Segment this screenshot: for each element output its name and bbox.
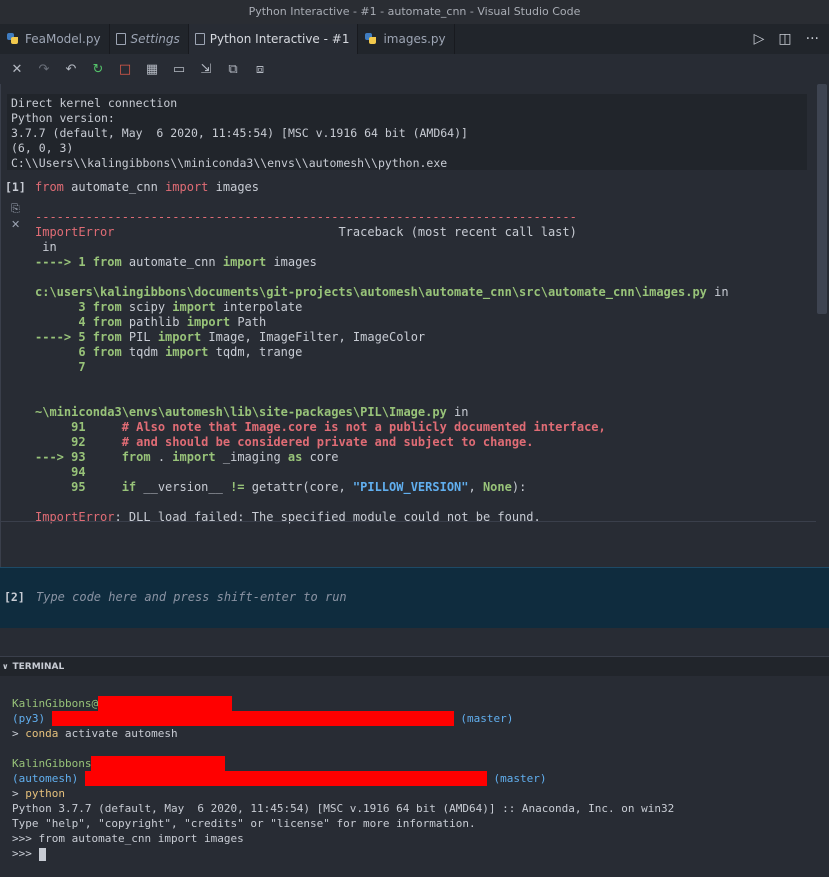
python-icon xyxy=(364,32,378,46)
terminal-line: > python xyxy=(12,787,65,800)
terminal-line: Type "help", "copyright", "credits" or "… xyxy=(12,817,476,830)
goto-code-icon[interactable]: ⎘ xyxy=(11,202,20,216)
redaction xyxy=(84,771,487,786)
clear-all-icon[interactable]: ✕ xyxy=(8,60,26,78)
more-actions-icon[interactable]: ··· xyxy=(806,31,819,47)
chevron-down-icon: ∨ xyxy=(2,662,9,671)
scrollbar[interactable] xyxy=(817,84,827,314)
redaction xyxy=(98,696,233,711)
terminal-line: >>> from automate_cnn import images xyxy=(12,832,244,845)
kernel-info: Direct kernel connection Python version:… xyxy=(7,94,807,170)
restart-kernel-icon[interactable]: ↻ xyxy=(89,60,107,78)
tab-images-py[interactable]: images.py xyxy=(358,24,455,54)
tab-feamodel[interactable]: FeaModel.py xyxy=(0,24,110,54)
editor-actions: ▷ ◫ ··· xyxy=(754,24,829,54)
terminal-prompt[interactable]: >>> xyxy=(12,846,46,861)
terminal-line: (py3) (master) xyxy=(12,711,514,726)
panel-gap xyxy=(0,628,829,656)
redaction xyxy=(91,756,226,771)
interrupt-kernel-icon[interactable]: □ xyxy=(116,60,134,78)
cell-output: ----------------------------------------… xyxy=(35,210,729,524)
document-icon xyxy=(194,33,205,45)
terminal-header[interactable]: ∨ TERMINAL xyxy=(0,656,829,676)
cell-divider xyxy=(1,521,816,522)
window-title: Python Interactive - #1 - automate_cnn -… xyxy=(0,0,829,24)
variables-icon[interactable]: ▦ xyxy=(143,60,161,78)
tab-label: Settings xyxy=(130,32,180,46)
interactive-window: Direct kernel connection Python version:… xyxy=(0,84,829,628)
redo-icon[interactable]: ↷ xyxy=(35,60,53,78)
cell-actions: ⎘ ✕ xyxy=(11,202,20,231)
input-cell[interactable]: [2] Type code here and press shift-enter… xyxy=(0,567,829,628)
cursor xyxy=(38,847,46,861)
cell-1[interactable]: [1] from automate_cnn import images ⎘ ✕ … xyxy=(1,176,816,524)
cell-number: [1] xyxy=(5,180,26,194)
python-icon xyxy=(6,32,20,46)
cell-code: from automate_cnn import images xyxy=(35,180,259,194)
expand-all-icon[interactable]: ⧉ xyxy=(224,60,242,78)
terminal-line: > conda activate automesh xyxy=(12,727,178,740)
export-icon[interactable]: ⇲ xyxy=(197,60,215,78)
run-icon[interactable]: ▷ xyxy=(754,31,765,47)
undo-icon[interactable]: ↶ xyxy=(62,60,80,78)
tab-label: Python Interactive - #1 xyxy=(209,32,350,46)
tab-python-interactive[interactable]: Python Interactive - #1 xyxy=(188,24,359,54)
editor-tabs: FeaModel.py Settings Python Interactive … xyxy=(0,24,829,54)
document-icon xyxy=(115,33,126,45)
save-icon[interactable]: ▭ xyxy=(170,60,188,78)
terminal-line: (automesh) (master) xyxy=(12,771,547,786)
terminal[interactable]: KalinGibbons@ (py3) (master) > conda act… xyxy=(0,676,829,877)
tab-label: FeaModel.py xyxy=(25,32,101,46)
tab-settings[interactable]: Settings xyxy=(110,24,189,54)
terminal-line: Python 3.7.7 (default, May 6 2020, 11:45… xyxy=(12,802,675,815)
delete-cell-icon[interactable]: ✕ xyxy=(11,218,20,231)
terminal-line: KalinGibbons xyxy=(12,756,226,771)
redaction xyxy=(51,711,454,726)
tab-label: images.py xyxy=(383,32,446,46)
input-cell-number: [2] xyxy=(4,590,25,604)
interactive-toolbar: ✕ ↷ ↶ ↻ □ ▦ ▭ ⇲ ⧉ ⧈ xyxy=(0,54,829,84)
collapse-all-icon[interactable]: ⧈ xyxy=(251,60,269,78)
terminal-line: KalinGibbons@ xyxy=(12,696,233,711)
code-input[interactable]: Type code here and press shift-enter to … xyxy=(36,590,347,604)
split-editor-icon[interactable]: ◫ xyxy=(778,31,791,47)
